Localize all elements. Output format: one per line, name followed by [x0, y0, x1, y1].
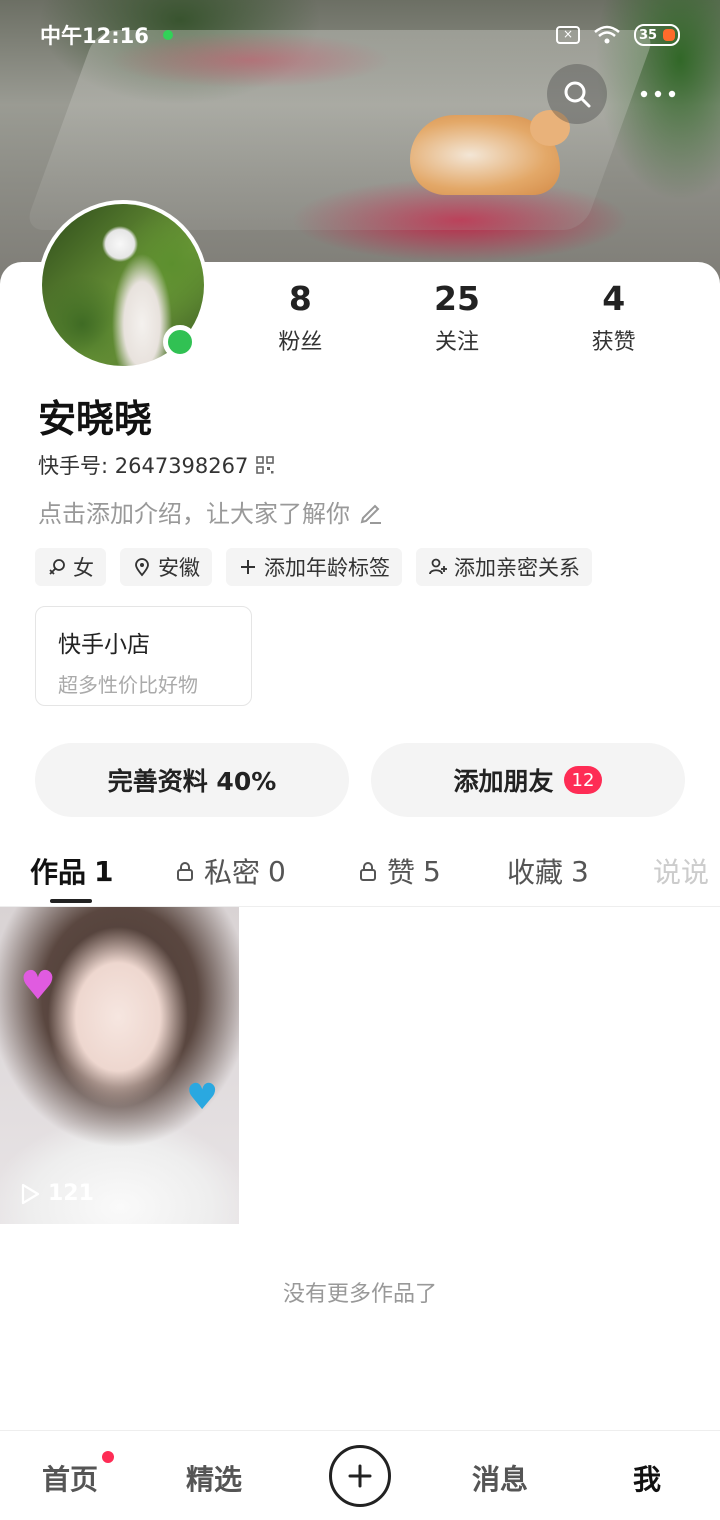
tag-label: 添加亲密关系	[454, 556, 580, 580]
blue-heart-sticker: ♥	[186, 1077, 219, 1118]
shop-subtitle: 超多性价比好物	[58, 673, 198, 697]
add-friends-badge: 12	[563, 766, 603, 794]
no-more-works-hint: 没有更多作品了	[282, 1282, 437, 1307]
battery-icon: 35	[634, 24, 680, 46]
view-count-text: 121	[48, 1181, 94, 1206]
search-button[interactable]	[547, 64, 607, 124]
work-view-count: 121	[20, 1181, 94, 1206]
lock-icon	[360, 862, 376, 881]
tab-label: 说说	[653, 856, 710, 889]
purple-heart-sticker: ♥	[20, 963, 56, 1009]
search-icon	[564, 81, 591, 108]
tab-label: 赞	[387, 856, 416, 889]
lock-icon	[177, 862, 193, 881]
tag-add-relationship[interactable]: 添加亲密关系	[416, 548, 592, 586]
tab-posts[interactable]: 说说	[653, 845, 709, 897]
tag-label: 女	[73, 556, 94, 580]
battery-level: 35	[639, 27, 658, 43]
tag-label: 添加年龄标签	[264, 556, 390, 580]
battery-fill	[663, 29, 675, 41]
more-dots-icon	[640, 90, 676, 98]
tab-count: 5	[423, 854, 441, 888]
stat-number: 4	[602, 279, 626, 318]
create-button[interactable]	[329, 1445, 391, 1507]
add-person-icon	[429, 558, 447, 575]
wifi-icon	[594, 25, 620, 44]
stat-following[interactable]: 25 关注	[379, 278, 536, 356]
nav-home[interactable]: 首页	[42, 1458, 98, 1498]
play-icon	[21, 1183, 40, 1204]
tab-label: 作品	[30, 856, 87, 889]
status-icons: × 35	[556, 24, 680, 46]
plus-icon	[348, 1464, 372, 1488]
status-time: 中午12:16	[40, 24, 149, 48]
home-notification-dot	[102, 1451, 114, 1463]
nav-featured[interactable]: 精选	[186, 1458, 242, 1498]
add-friends-button[interactable]: 添加朋友 12	[371, 743, 685, 817]
profile-stats: 8 粉丝 25 关注 4 获赞	[222, 278, 692, 356]
bio-placeholder: 点击添加介绍，让大家了解你	[38, 500, 350, 528]
tag-add-age[interactable]: 添加年龄标签	[226, 548, 402, 586]
content-tabs: 作品 1 私密 0 赞 5 收藏 3 说说	[0, 845, 720, 907]
tag-label: 安徽	[158, 556, 200, 580]
stat-label: 关注	[435, 330, 480, 355]
profile-name: 安晓晓	[38, 397, 153, 441]
status-indicator-dot	[162, 30, 173, 40]
bottom-nav: 首页 精选 消息 我	[0, 1430, 720, 1520]
status-bar: 中午12:16 × 35	[0, 0, 720, 70]
tag-location[interactable]: 安徽	[120, 548, 212, 586]
work-thumbnail[interactable]: ♥ ♥ 121	[0, 907, 239, 1224]
tag-gender[interactable]: 女	[35, 548, 106, 586]
add-friends-label: 添加朋友	[453, 767, 554, 796]
stat-followers[interactable]: 8 粉丝	[222, 278, 379, 356]
stat-label: 获赞	[591, 330, 636, 355]
tab-label: 私密	[204, 856, 261, 889]
sim-icon: ×	[556, 26, 580, 44]
tab-private[interactable]: 私密 0	[174, 845, 286, 897]
stat-number: 8	[288, 279, 312, 318]
tab-works[interactable]: 作品 1	[30, 845, 114, 897]
edit-pencil-icon	[360, 504, 381, 524]
location-pin-icon	[135, 558, 149, 577]
complete-profile-label: 完善资料 40%	[107, 767, 277, 796]
stat-likes[interactable]: 4 获赞	[535, 278, 692, 356]
qr-code-icon[interactable]	[256, 456, 275, 474]
nav-me[interactable]: 我	[633, 1458, 661, 1498]
bio-edit[interactable]: 点击添加介绍，让大家了解你	[38, 494, 384, 529]
tab-favorites[interactable]: 收藏 3	[507, 845, 589, 897]
online-status-dot	[163, 325, 197, 359]
gender-female-icon	[49, 559, 65, 575]
shop-title: 快手小店	[58, 632, 150, 658]
kuaishou-id-text: 快手号: 2647398267	[38, 454, 249, 478]
tab-count: 1	[94, 854, 114, 888]
tab-count: 0	[268, 854, 286, 888]
kuaishou-shop-card[interactable]: 快手小店 超多性价比好物	[35, 606, 252, 706]
stat-number: 25	[434, 279, 480, 318]
stat-label: 粉丝	[278, 330, 323, 355]
nav-messages[interactable]: 消息	[472, 1458, 528, 1498]
profile-tags: 女 安徽 添加年龄标签 添加亲密关系	[35, 548, 592, 586]
kuaishou-id[interactable]: 快手号: 2647398267	[38, 450, 275, 480]
plus-icon	[241, 560, 255, 574]
tab-likes[interactable]: 赞 5	[357, 845, 441, 897]
tab-count: 3	[571, 854, 589, 888]
more-options-button[interactable]	[628, 64, 688, 124]
tab-active-underline	[50, 899, 92, 903]
complete-profile-button[interactable]: 完善资料 40%	[35, 743, 349, 817]
tab-label: 收藏	[507, 856, 564, 889]
